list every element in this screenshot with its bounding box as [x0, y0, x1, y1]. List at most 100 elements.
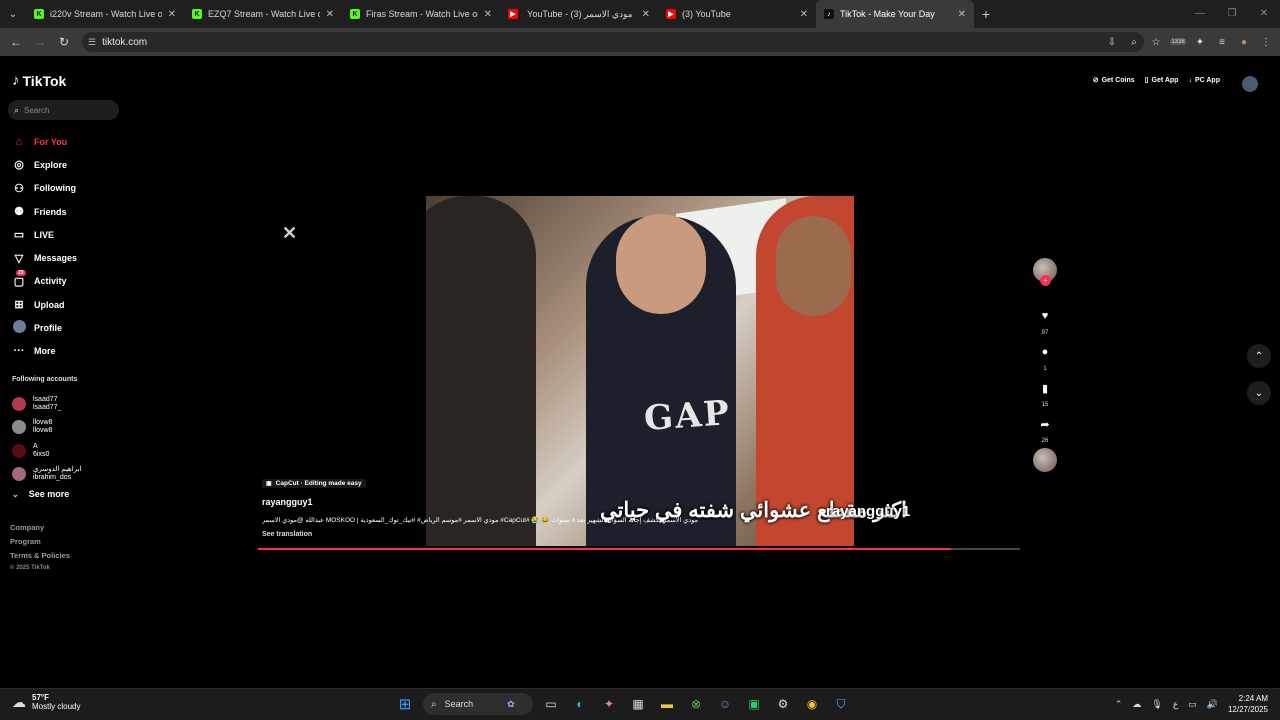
close-icon[interactable]: ✕ [958, 9, 966, 20]
search-input[interactable]: ⌕ Search [8, 100, 119, 120]
pc-app-button[interactable]: ↓ PC App [1188, 76, 1220, 84]
tab-tiktok[interactable]: ♪ TikTok - Make Your Day ✕ [816, 0, 974, 28]
see-translation-link[interactable]: See translation [262, 531, 312, 538]
close-icon[interactable]: ✕ [168, 9, 176, 20]
feed-scroll-buttons: ⌃ ⌄ [1247, 344, 1271, 418]
reading-list-icon[interactable]: ≡ [1214, 37, 1230, 48]
cloud-icon: ☁ [12, 693, 26, 710]
capcut-tag[interactable]: ▣ CapCut · Editing made easy [262, 479, 366, 488]
minimize-icon[interactable]: — [1184, 0, 1216, 28]
share-action[interactable]: ➦ 26 [1032, 412, 1058, 448]
chevron-up-icon[interactable]: ⌃ [1247, 344, 1271, 368]
address-bar[interactable]: ☰ tiktok.com [82, 32, 1144, 52]
footer-link-terms[interactable]: Terms & Policies [10, 551, 70, 565]
close-window-icon[interactable]: ✕ [1248, 0, 1280, 28]
nav-following[interactable]: ⚇ Following [12, 177, 77, 200]
following-accounts-list: lsaad77 lsaad77_ llovw8 llovw8 A 6ixs0 ابرا… [12, 392, 81, 486]
new-tab-button[interactable]: + [974, 6, 998, 22]
app-icon[interactable]: ▣ [743, 693, 765, 715]
taskbar-search[interactable]: ⌕ Search ✿ [423, 693, 533, 715]
window-controls: — ❐ ✕ [1184, 0, 1280, 28]
discord-icon[interactable]: ☺ [714, 693, 736, 715]
creator-avatar-action[interactable]: + [1032, 258, 1058, 304]
tab-kick-ezq7[interactable]: K EZQ7 Stream - Watch Live on K ✕ [184, 0, 342, 28]
nav-explore[interactable]: ◎ Explore [12, 153, 77, 176]
like-action[interactable]: ♥ 97 [1032, 304, 1058, 340]
close-icon[interactable]: ✕ [484, 9, 492, 20]
user-avatar[interactable] [1242, 76, 1258, 92]
task-view-icon[interactable]: ▭ [540, 693, 562, 715]
nav-for-you[interactable]: ⌂ For You [12, 130, 77, 153]
nav-friends[interactable]: ⚉ Friends [12, 200, 77, 223]
windows-start-icon[interactable]: ⊞ [394, 693, 416, 715]
share-count: 26 [1041, 438, 1049, 444]
video-author[interactable]: rayangguy1 [262, 497, 313, 507]
back-icon[interactable]: ← [4, 35, 28, 49]
menu-icon[interactable]: ⋮ [1258, 37, 1274, 48]
nav-more[interactable]: ··· More [12, 340, 77, 363]
forward-icon[interactable]: → [28, 35, 52, 49]
video-progress-fill [258, 548, 952, 550]
maximize-icon[interactable]: ❐ [1216, 0, 1248, 28]
following-account[interactable]: ابراهيم الدوسري ibrahim_dos [12, 463, 81, 487]
file-explorer-icon[interactable]: ▬ [656, 693, 678, 715]
tab-kick-i220v[interactable]: K i220v Stream - Watch Live on K ✕ [26, 0, 184, 28]
onedrive-icon[interactable]: ☁ [1132, 699, 1141, 710]
chevron-up-icon[interactable]: ⌃ [1115, 699, 1123, 710]
following-account[interactable]: lsaad77 lsaad77_ [12, 392, 81, 416]
close-icon[interactable]: ✕ [642, 9, 650, 20]
nav-upload[interactable]: ⊞ Upload [12, 293, 77, 316]
footer-link-company[interactable]: Company [10, 523, 70, 537]
video-shirt-logo: GAP [642, 393, 733, 439]
see-more-button[interactable]: ⌄ See more [12, 489, 69, 499]
chevron-down-icon[interactable]: ⌄ [1247, 381, 1271, 405]
reload-icon[interactable]: ↻ [52, 35, 76, 49]
volume-icon[interactable]: 🔊 [1207, 699, 1218, 710]
star-icon[interactable]: ☆ [1148, 37, 1164, 48]
video-player[interactable]: GAP [426, 196, 854, 546]
chrome-icon[interactable]: ◉ [801, 693, 823, 715]
activity-icon: ▢ 23 [13, 269, 26, 288]
save-count: 15 [1041, 402, 1049, 408]
extension-badge[interactable]: 1338 [1170, 39, 1186, 45]
nav-live[interactable]: ▭ LIVE [12, 223, 77, 246]
settings-icon[interactable]: ⚙ [772, 693, 794, 715]
following-account[interactable]: llovw8 llovw8 [12, 416, 81, 440]
sound-action[interactable] [1032, 448, 1058, 472]
extensions-icon[interactable]: ✦ [1192, 37, 1208, 48]
close-icon[interactable]: ✕ [800, 9, 808, 20]
follow-plus-icon[interactable]: + [1040, 275, 1051, 286]
language-indicator[interactable]: ع [1173, 699, 1178, 710]
nav-label: LIVE [34, 229, 55, 240]
vpn-shield-icon[interactable]: ⛉ [830, 693, 852, 715]
tiktok-logo[interactable]: ♪ TikTok [12, 72, 66, 89]
edge-icon[interactable]: ◐ [569, 693, 591, 715]
save-action[interactable]: ▮ 15 [1032, 376, 1058, 412]
close-icon[interactable]: ✕ [326, 9, 334, 20]
zoom-icon[interactable]: ⌕ [1126, 37, 1142, 48]
xbox-icon[interactable]: ⊗ [685, 693, 707, 715]
video-progress-bar[interactable] [258, 548, 1020, 550]
profile-avatar-icon[interactable]: ● [1236, 37, 1252, 48]
microphone-icon[interactable]: 🎙 [1151, 699, 1162, 710]
weather-widget[interactable]: ☁ 57°F Mostly cloudy [12, 693, 80, 711]
nav-messages[interactable]: ▽ Messages [12, 246, 77, 269]
network-icon[interactable]: ▭ [1188, 699, 1197, 710]
copilot-icon[interactable]: ✦ [598, 693, 620, 715]
install-icon[interactable]: ⇩ [1104, 37, 1120, 48]
tab-youtube-moody[interactable]: ▶ YouTube - مودي الاسمر (3) ✕ [500, 0, 658, 28]
tab-kick-firas[interactable]: K Firas Stream - Watch Live on K ✕ [342, 0, 500, 28]
site-info-icon[interactable]: ☰ [88, 37, 96, 48]
get-coins-button[interactable]: ⊘ Get Coins [1093, 76, 1135, 85]
nav-profile[interactable]: Profile [12, 316, 77, 339]
account-name: llovw8 [33, 419, 53, 427]
tab-youtube[interactable]: ▶ (3) YouTube ✕ [658, 0, 816, 28]
comment-action[interactable]: ● 1 [1032, 340, 1058, 376]
store-icon[interactable]: ▦ [627, 693, 649, 715]
following-account[interactable]: A 6ixs0 [12, 439, 81, 463]
footer-link-program[interactable]: Program [10, 537, 70, 551]
tab-search-icon[interactable]: ⌄ [0, 0, 26, 28]
get-app-button[interactable]: ▯ Get App [1145, 76, 1179, 85]
nav-activity[interactable]: ▢ 23 Activity [12, 269, 77, 293]
clock[interactable]: 2:24 AM 12/27/2025 [1228, 693, 1268, 715]
